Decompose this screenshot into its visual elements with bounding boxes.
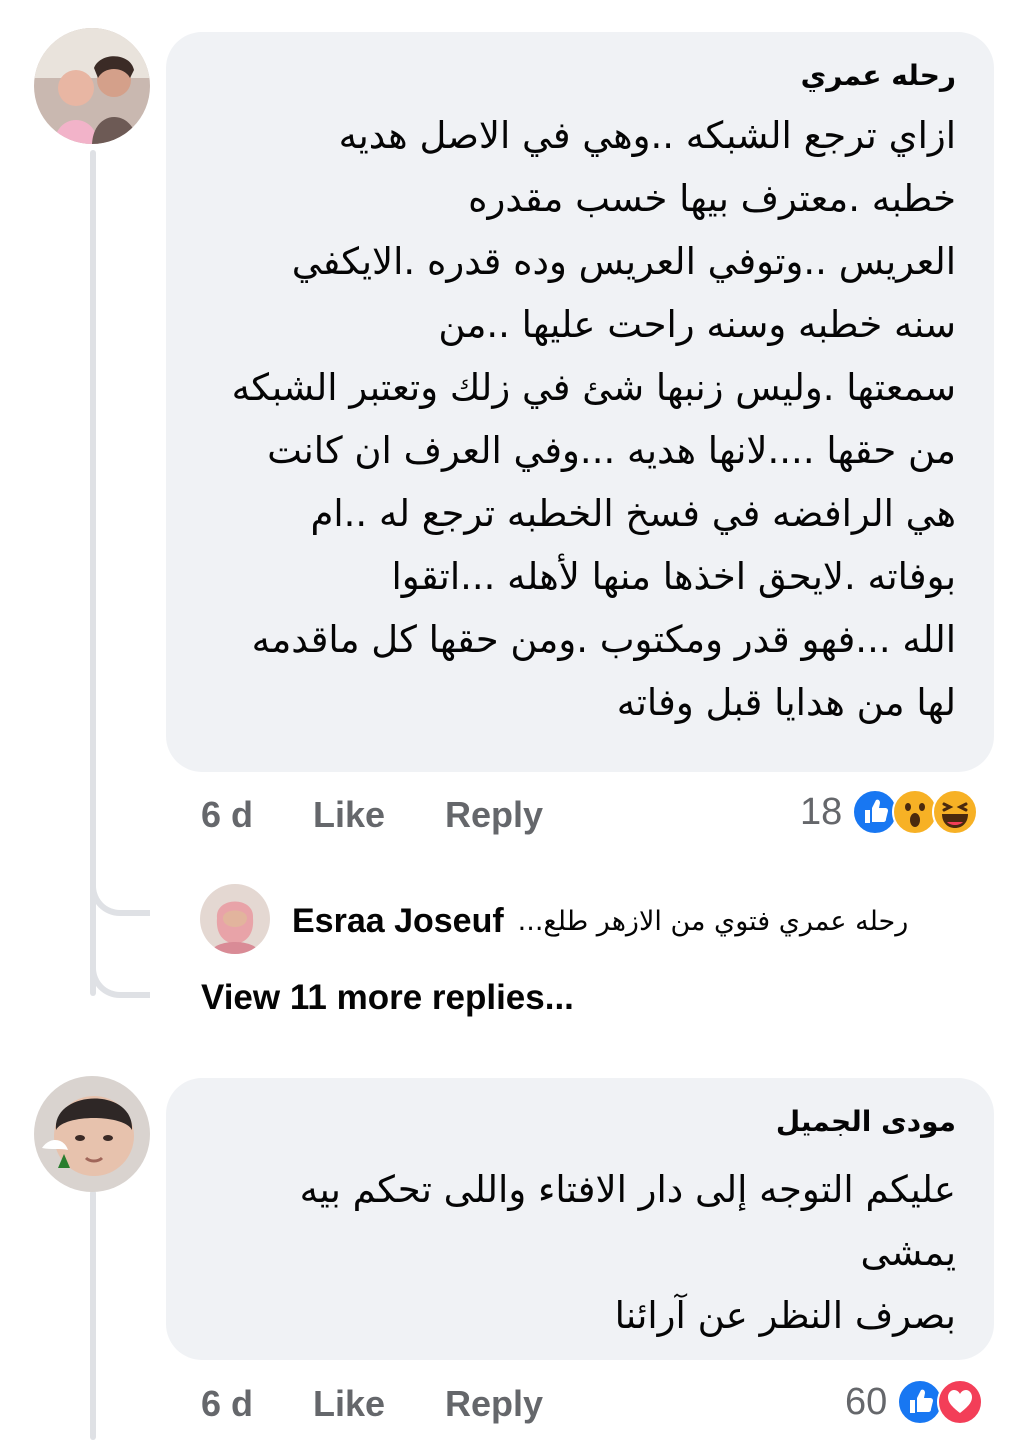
view-more-replies[interactable]: View 11 more replies... — [201, 978, 574, 1018]
comment-bubble: رحله عمري ازاي ترجع الشبكه ..وهي في الاص… — [166, 32, 994, 772]
reply-snippet: رحله عمري فتوي من الازهر طلع... — [517, 905, 909, 937]
reply-button[interactable]: Reply — [445, 794, 543, 836]
comment-time[interactable]: 6 d — [201, 794, 313, 836]
reaction-summary[interactable]: 18 — [800, 788, 979, 836]
like-button[interactable]: Like — [313, 1383, 445, 1425]
love-icon — [937, 1379, 984, 1425]
comment-text: عليكم التوجه إلى دار الافتاء واللى تحكم … — [299, 1168, 956, 1337]
reply-preview[interactable]: Esraa Joseuf رحله عمري فتوي من الازهر طل… — [292, 896, 908, 946]
thread-line-branch-more — [90, 960, 150, 998]
comment-bubble: مودى الجميل عليكم التوجه إلى دار الافتاء… — [166, 1078, 994, 1360]
avatar[interactable] — [34, 1076, 150, 1192]
thread-line-second — [90, 1190, 96, 1440]
like-button[interactable]: Like — [313, 794, 445, 836]
thread-line-branch-reply — [90, 880, 150, 916]
reaction-summary[interactable]: 60 — [845, 1378, 984, 1426]
reply-button[interactable]: Reply — [445, 1383, 543, 1425]
avatar[interactable] — [34, 28, 150, 144]
comment-author[interactable]: مودى الجميل — [196, 1102, 956, 1142]
comment-author[interactable]: رحله عمري — [196, 56, 956, 96]
comment-actions: 6 d Like Reply — [201, 1381, 543, 1427]
haha-icon — [932, 789, 979, 835]
comment-actions: 6 d Like Reply — [201, 792, 543, 838]
comment-text: ازاي ترجع الشبكه ..وهي في الاصل هديه خطب… — [231, 114, 956, 724]
reaction-count: 18 — [800, 790, 843, 833]
comment-time[interactable]: 6 d — [201, 1383, 313, 1425]
reaction-count: 60 — [845, 1380, 888, 1423]
reply-avatar[interactable] — [200, 884, 270, 954]
thread-line-vertical — [90, 150, 96, 996]
reply-author[interactable]: Esraa Joseuf — [292, 902, 504, 941]
